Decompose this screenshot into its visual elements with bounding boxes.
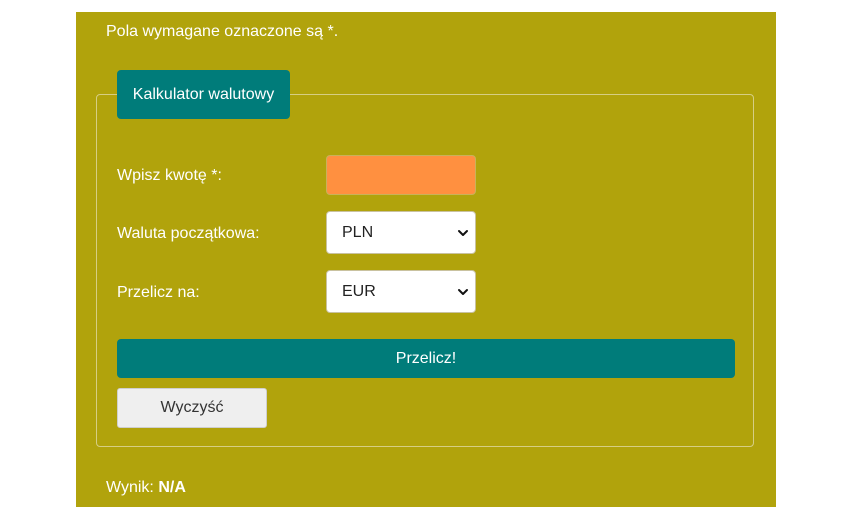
clear-button[interactable]: Wyczyść	[117, 388, 267, 428]
result-value: N/A	[158, 479, 186, 496]
chevron-down-icon	[458, 230, 468, 236]
to-currency-label: Przelicz na:	[117, 284, 200, 301]
convert-button[interactable]: Przelicz!	[117, 339, 735, 378]
calculator-legend: Kalkulator walutowy	[117, 70, 290, 119]
result-line: Wynik: N/A	[106, 478, 186, 498]
required-fields-note: Pola wymagane oznaczone są *.	[106, 23, 339, 40]
chevron-down-icon	[458, 289, 468, 295]
to-currency-select[interactable]: EUR	[326, 270, 476, 313]
amount-input[interactable]	[326, 155, 476, 195]
result-label: Wynik:	[106, 479, 154, 496]
from-currency-select[interactable]: PLN	[326, 211, 476, 254]
amount-label: Wpisz kwotę *:	[117, 167, 222, 184]
calculator-panel: Pola wymagane oznaczone są *. Kalkulator…	[76, 12, 776, 507]
from-currency-label: Waluta początkowa:	[117, 225, 260, 242]
from-currency-value: PLN	[342, 224, 374, 241]
to-currency-value: EUR	[342, 283, 376, 300]
